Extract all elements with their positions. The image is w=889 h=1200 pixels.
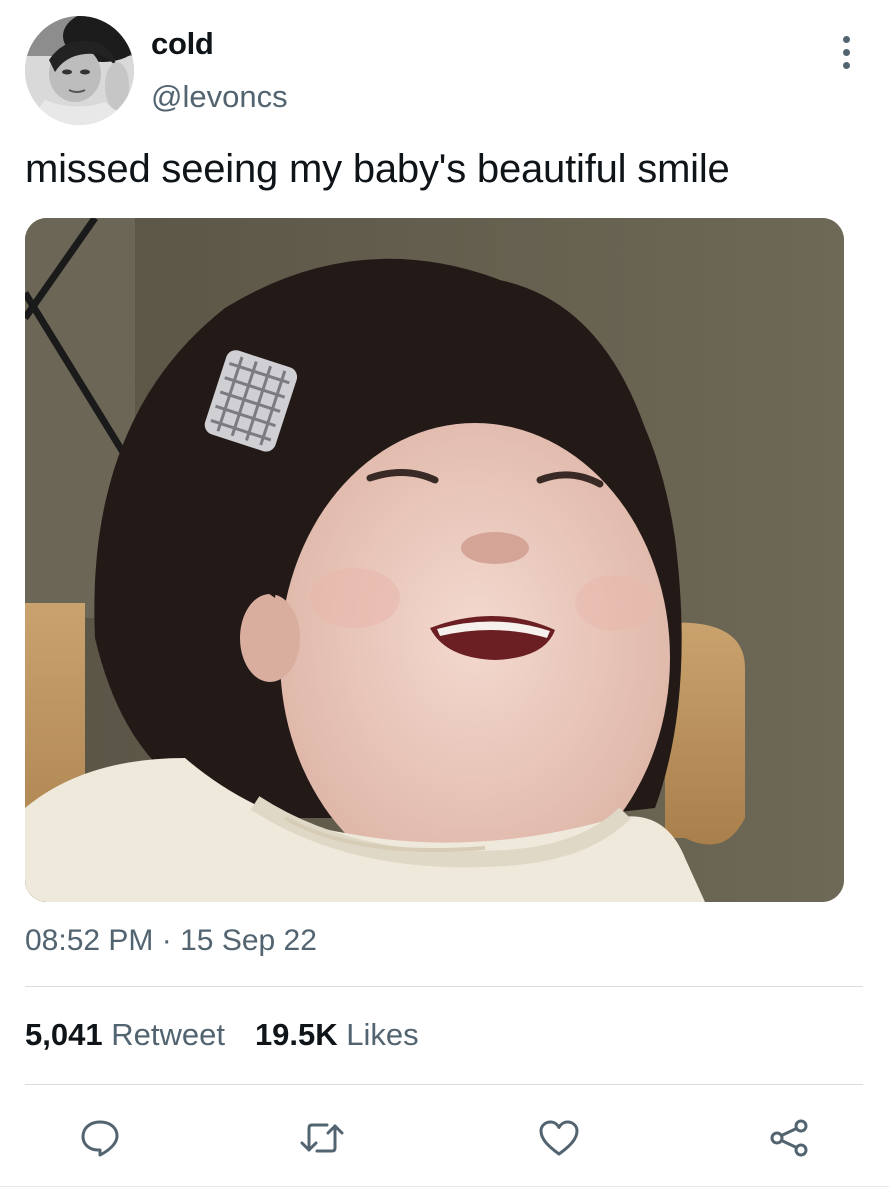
share-icon	[770, 1119, 808, 1157]
comment-icon	[81, 1120, 119, 1157]
tweet-header: cold @levoncs	[0, 0, 889, 140]
tweet-time: 08:52 PM	[25, 924, 154, 957]
like-button[interactable]	[531, 1110, 587, 1166]
more-dot	[842, 61, 850, 69]
tweet-media-photo[interactable]	[25, 218, 844, 902]
retweet-stat[interactable]: 5,041 Retweet	[25, 1017, 225, 1053]
more-dot	[842, 35, 850, 43]
retweet-label: Retweet	[111, 1017, 225, 1052]
retweet-icon	[300, 1123, 344, 1153]
tweet-timestamp[interactable]: 08:52 PM · 15 Sep 22	[25, 924, 317, 958]
tweet-actions	[0, 1102, 889, 1172]
reply-button[interactable]	[72, 1110, 128, 1166]
avatar[interactable]	[25, 16, 134, 125]
author-handle[interactable]: @levoncs	[151, 79, 288, 115]
bottom-divider	[0, 1186, 889, 1187]
tweet-date: 15 Sep 22	[180, 924, 317, 957]
likes-label: Likes	[346, 1017, 419, 1052]
more-vertical-icon[interactable]	[826, 30, 866, 74]
likes-count: 19.5K	[254, 1017, 338, 1052]
tweet-stats: 5,041 Retweet 19.5K Likes	[25, 1017, 419, 1053]
divider	[25, 1084, 863, 1085]
tweet-text: missed seeing my baby's beautiful smile	[25, 147, 730, 191]
divider	[25, 986, 863, 987]
more-dot	[842, 48, 850, 56]
heart-icon	[539, 1120, 579, 1156]
retweet-button[interactable]	[294, 1110, 350, 1166]
likes-stat[interactable]: 19.5K Likes	[255, 1017, 419, 1053]
retweet-count: 5,041	[25, 1017, 103, 1052]
author-name[interactable]: cold	[151, 26, 214, 62]
meta-separator: ·	[161, 924, 172, 957]
share-button[interactable]	[761, 1110, 817, 1166]
